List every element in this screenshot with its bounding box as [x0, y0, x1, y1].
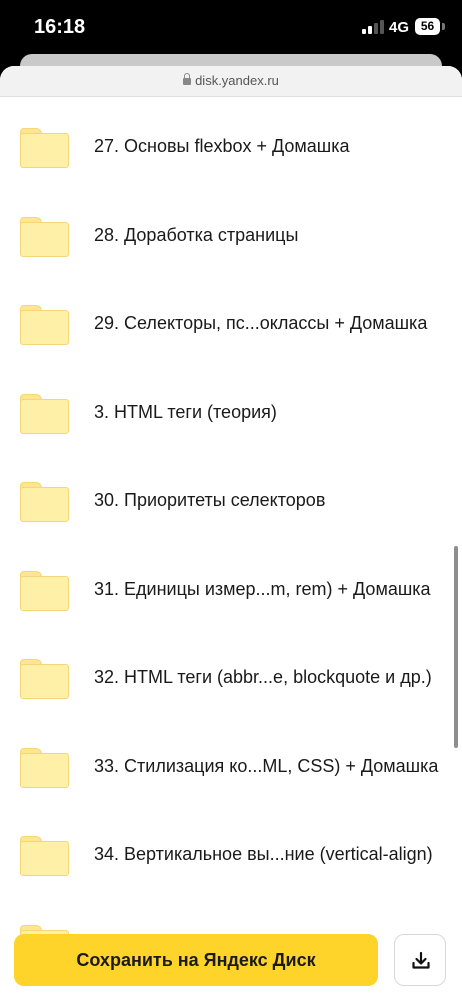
folder-icon	[20, 128, 69, 168]
list-item[interactable]: 31. Единицы измер...m, rem) + Домашка	[0, 571, 462, 659]
folder-icon	[20, 394, 69, 434]
list-item[interactable]: 28. Доработка страницы	[0, 217, 462, 305]
list-item[interactable]: 32. HTML теги (abbr...e, blockquote и др…	[0, 659, 462, 747]
folder-name: 27. Основы flexbox + Домашка	[94, 136, 350, 156]
list-item[interactable]: 34. Вертикальное вы...ние (vertical-alig…	[0, 836, 462, 924]
list-item[interactable]: 3. HTML теги (теория)	[0, 394, 462, 482]
folder-icon	[20, 482, 69, 522]
scrollbar[interactable]	[454, 546, 458, 748]
folder-icon	[20, 836, 69, 876]
url-bar[interactable]: disk.yandex.ru	[0, 66, 462, 97]
folder-icon	[20, 305, 69, 345]
save-to-yandex-disk-button[interactable]: Сохранить на Яндекс Диск	[14, 934, 378, 986]
download-button[interactable]	[394, 934, 446, 986]
status-time: 16:18	[34, 16, 86, 38]
battery-icon: 56	[415, 18, 440, 35]
folder-icon	[20, 571, 69, 611]
folder-name: 34. Вертикальное вы...ние (vertical-alig…	[94, 844, 433, 864]
folder-name: 32. HTML теги (abbr...e, blockquote и др…	[94, 667, 432, 687]
list-item[interactable]: 33. Стилизация ко...ML, CSS) + Домашка	[0, 748, 462, 836]
folder-icon	[20, 659, 69, 699]
list-item[interactable]: 27. Основы flexbox + Домашка	[0, 128, 462, 216]
folder-name: 33. Стилизация ко...ML, CSS) + Домашка	[94, 756, 439, 776]
list-item[interactable]: 29. Селекторы, пс...оклассы + Домашка	[0, 305, 462, 393]
folder-name: 28. Доработка страницы	[94, 225, 299, 245]
folder-name: 3. HTML теги (теория)	[94, 402, 277, 422]
folder-name: 29. Селекторы, пс...оклассы + Домашка	[94, 313, 428, 333]
folder-name: 31. Единицы измер...m, rem) + Домашка	[94, 579, 431, 599]
folder-icon	[20, 217, 69, 257]
folder-icon	[20, 748, 69, 788]
network-type: 4G	[389, 19, 410, 36]
browser-sheet: disk.yandex.ru 27. Основы flexbox + Дома…	[0, 66, 462, 1000]
list-item[interactable]: 30. Приоритеты селекторов	[0, 482, 462, 570]
status-bar: 16:18 4G 56	[0, 0, 462, 56]
cellular-signal-icon	[362, 20, 384, 34]
folder-name: 30. Приоритеты селекторов	[94, 490, 326, 510]
download-icon	[412, 951, 430, 969]
battery-tip	[442, 23, 445, 30]
lock-icon	[183, 73, 192, 85]
url-text: disk.yandex.ru	[195, 73, 279, 88]
